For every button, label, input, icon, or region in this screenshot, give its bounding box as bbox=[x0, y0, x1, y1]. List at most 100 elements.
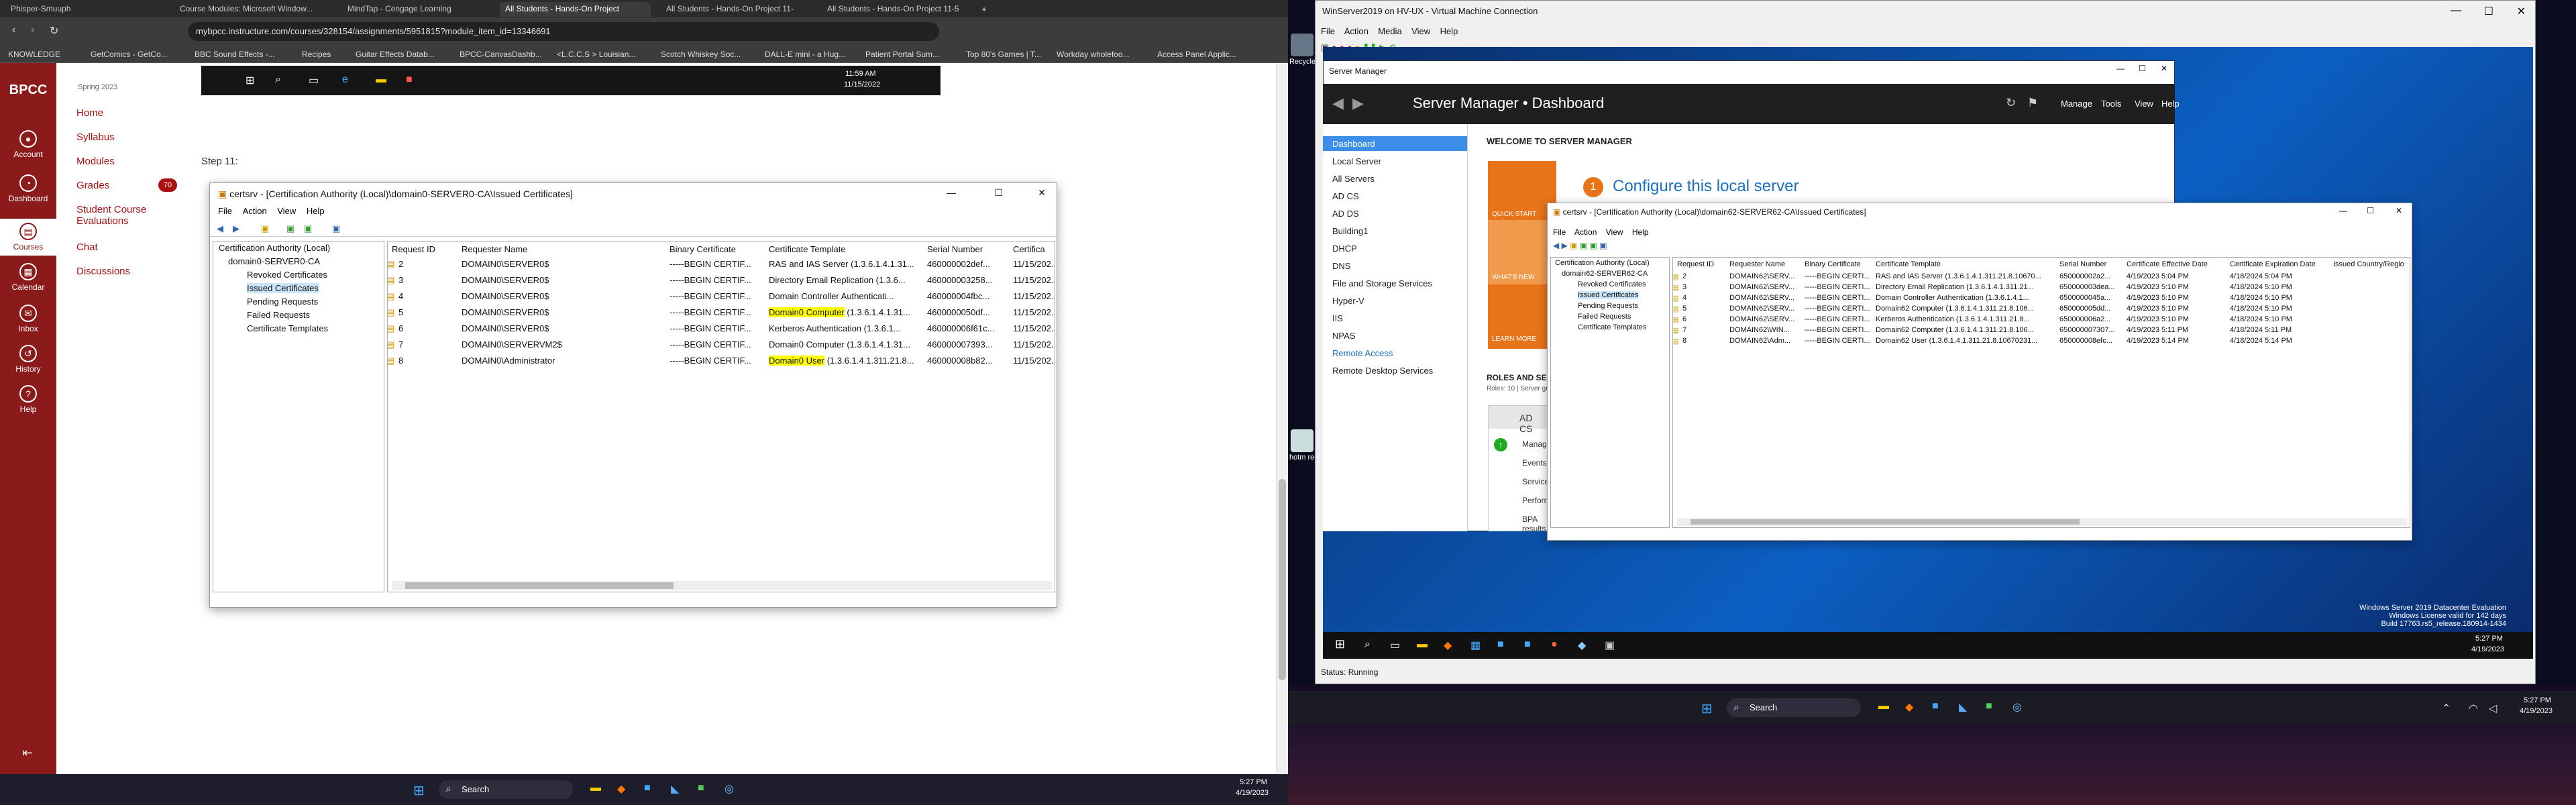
menu-view[interactable]: View bbox=[1606, 227, 1623, 237]
table-cell[interactable]: 4/19/2023 5:14 PM bbox=[2127, 337, 2189, 345]
bookmark[interactable]: Top 80's Games | T... bbox=[966, 50, 1041, 59]
col-serial[interactable]: Serial Number bbox=[2059, 260, 2106, 268]
bookmark[interactable]: Scotch Whiskey Soc... bbox=[661, 50, 741, 59]
nav-history[interactable]: ↺ History bbox=[0, 345, 56, 374]
reload-icon[interactable]: ↻ bbox=[50, 24, 58, 38]
col-template[interactable]: Certificate Template bbox=[769, 244, 846, 254]
maximize-icon[interactable]: ☐ bbox=[994, 187, 1003, 199]
volume-icon[interactable]: ◁ bbox=[2489, 702, 2497, 715]
table-cell[interactable]: 6 bbox=[398, 323, 403, 333]
table-cell[interactable]: -----BEGIN CERTI... bbox=[1805, 315, 1870, 323]
sm-nav-local-server[interactable]: Local Server bbox=[1332, 156, 1381, 166]
close-icon[interactable]: ✕ bbox=[2517, 5, 2526, 18]
table-cell[interactable]: -----BEGIN CERTI... bbox=[1805, 294, 1870, 302]
sm-nav-file-storage[interactable]: File and Storage Services bbox=[1332, 278, 1432, 288]
table-cell[interactable]: -----BEGIN CERTI... bbox=[1805, 283, 1870, 291]
bookmark[interactable]: KNOWLEDGE bbox=[8, 50, 60, 59]
table-cell[interactable]: 460000004fbc... bbox=[927, 291, 989, 301]
col-effective[interactable]: Certificate Effective Date bbox=[2127, 260, 2208, 268]
export-icon[interactable]: ▣ bbox=[304, 223, 312, 234]
app-icon[interactable]: ◎ bbox=[2012, 700, 2022, 714]
table-cell[interactable]: DOMAIN62\SERV... bbox=[1729, 272, 1794, 280]
table-cell[interactable]: DOMAIN0\Administrator bbox=[462, 356, 555, 366]
table-cell[interactable]: 8 bbox=[1682, 337, 1686, 345]
table-cell[interactable]: RAS and IAS Server (1.3.6.1.4.1.311.21.8… bbox=[1876, 272, 2041, 280]
sm-adcs-tile[interactable]: AD CS ↑ Manageability Events Services Pe… bbox=[1488, 405, 1572, 533]
table-cell[interactable]: -----BEGIN CERTI... bbox=[1805, 337, 1870, 345]
table-cell[interactable]: 4/18/2024 5:10 PM bbox=[2230, 283, 2292, 291]
table-cell[interactable]: DOMAIN62\SERV... bbox=[1729, 315, 1794, 323]
table-cell[interactable]: Domain62 Computer (1.3.6.1.4.1.311.21.8.… bbox=[1876, 326, 2034, 334]
table-cell[interactable]: DOMAIN62\Adm... bbox=[1729, 337, 1790, 345]
table-cell[interactable]: 11/15/202... bbox=[1013, 291, 1055, 301]
table-cell[interactable]: 6500000045a... bbox=[2059, 294, 2110, 302]
collapse-nav-icon[interactable]: ⇤ bbox=[17, 745, 38, 761]
nav-account[interactable]: ● Account bbox=[0, 130, 56, 159]
sm-menu-help[interactable]: Help bbox=[2161, 99, 2180, 109]
table-cell[interactable]: DOMAIN62\SERV... bbox=[1729, 305, 1794, 313]
app-icon[interactable]: ◆ bbox=[1578, 639, 1586, 652]
tree-pending[interactable]: Pending Requests bbox=[1578, 302, 1638, 310]
col-template[interactable]: Certificate Template bbox=[1876, 260, 1941, 268]
vm-menu-media[interactable]: Media bbox=[1378, 26, 1401, 36]
table-cell[interactable]: 460000002def... bbox=[927, 259, 990, 269]
back-icon[interactable]: ◀ bbox=[217, 223, 223, 234]
table-cell[interactable]: 5 bbox=[1682, 305, 1686, 313]
app-icon[interactable]: ■ bbox=[1497, 639, 1504, 651]
tree-issued[interactable]: Issued Certificates bbox=[247, 283, 319, 293]
table-cell[interactable]: 2 bbox=[1682, 272, 1686, 280]
menu-view[interactable]: View bbox=[277, 206, 296, 216]
file-explorer-icon[interactable]: ▬ bbox=[1417, 639, 1428, 651]
tree-ca-node[interactable]: domain0-SERVER0-CA bbox=[228, 256, 320, 266]
table-cell[interactable]: DOMAIN62\SERV... bbox=[1729, 283, 1794, 291]
table-cell[interactable]: 4/19/2023 5:04 PM bbox=[2127, 272, 2189, 280]
table-cell[interactable]: DOMAIN0\SERVER0$ bbox=[462, 307, 549, 317]
tray-chevron-icon[interactable]: ⌃ bbox=[2442, 702, 2451, 715]
table-cell[interactable]: 4600000050df... bbox=[927, 307, 990, 317]
file-explorer-icon[interactable]: ▬ bbox=[1878, 700, 1889, 712]
table-cell[interactable]: DOMAIN0\SERVER0$ bbox=[462, 259, 549, 269]
tree-failed[interactable]: Failed Requests bbox=[247, 310, 310, 320]
minimize-icon[interactable]: — bbox=[2116, 64, 2125, 73]
table-cell[interactable]: Domain62 Computer (1.3.6.1.4.1.311.21.8.… bbox=[1876, 305, 2034, 313]
scroll-thumb[interactable] bbox=[1690, 519, 2080, 525]
start-icon[interactable]: ⊞ bbox=[1335, 637, 1345, 651]
page-scrollbar[interactable] bbox=[1276, 63, 1288, 774]
app-icon[interactable]: ■ bbox=[1524, 639, 1531, 651]
minimize-icon[interactable]: — bbox=[2339, 206, 2347, 215]
vm-menu-help[interactable]: Help bbox=[1440, 26, 1458, 36]
refresh-icon[interactable]: ↻ bbox=[2006, 96, 2016, 110]
col-expiration[interactable]: Certificate Expiration Date bbox=[2230, 260, 2316, 268]
table-cell[interactable]: Directory Email Replication (1.3.6... bbox=[769, 275, 906, 285]
table-cell[interactable]: 650000002a2... bbox=[2059, 272, 2110, 280]
table-cell[interactable]: 460000003258... bbox=[927, 275, 993, 285]
nav-dashboard[interactable]: ◔ Dashboard bbox=[0, 174, 56, 203]
table-cell[interactable]: Directory Email Replication (1.3.6.1.4.1… bbox=[1876, 283, 2034, 291]
tree-failed[interactable]: Failed Requests bbox=[1578, 313, 1631, 321]
sm-nav-npas[interactable]: NPAS bbox=[1332, 331, 1355, 341]
table-cell[interactable]: 2 bbox=[398, 259, 403, 269]
menu-file[interactable]: File bbox=[1553, 227, 1566, 237]
table-cell[interactable]: 4/18/2024 5:14 PM bbox=[2230, 337, 2292, 345]
menu-action[interactable]: Action bbox=[243, 206, 267, 216]
sm-nav-adcs[interactable]: AD CS bbox=[1332, 191, 1359, 201]
table-cell[interactable]: -----BEGIN CERTI... bbox=[1805, 272, 1870, 280]
sm-learn-more[interactable]: LEARN MORE bbox=[1492, 335, 1536, 343]
tree-revoked[interactable]: Revoked Certificates bbox=[1578, 280, 1646, 288]
vm-menu-file[interactable]: File bbox=[1321, 26, 1335, 36]
table-cell[interactable]: DOMAIN0\SERVER0$ bbox=[462, 291, 549, 301]
course-nav-syllabus[interactable]: Syllabus bbox=[76, 131, 115, 143]
vscode-icon[interactable]: ◣ bbox=[1959, 700, 1967, 714]
browser-tab-active[interactable]: All Students - Hands-On Project bbox=[500, 2, 651, 17]
close-icon[interactable]: ✕ bbox=[1038, 187, 1046, 199]
tree-pending[interactable]: Pending Requests bbox=[247, 297, 318, 307]
search-icon[interactable]: ⌕ bbox=[1364, 639, 1371, 651]
table-cell[interactable]: 8 bbox=[398, 356, 403, 366]
app-icon[interactable]: ■ bbox=[698, 782, 704, 794]
tree-ca-node[interactable]: domain62-SERVER62-CA bbox=[1562, 270, 1648, 278]
bookmark[interactable]: <L.C.C.S > Louisian... bbox=[557, 50, 635, 59]
table-cell[interactable]: Domain Controller Authenticati... bbox=[769, 291, 894, 301]
col-requester[interactable]: Requester Name bbox=[1729, 260, 1785, 268]
taskbar-search[interactable]: Search bbox=[1727, 698, 1861, 717]
url-bar[interactable]: mybpcc.instructure.com/courses/328154/as… bbox=[188, 22, 939, 41]
